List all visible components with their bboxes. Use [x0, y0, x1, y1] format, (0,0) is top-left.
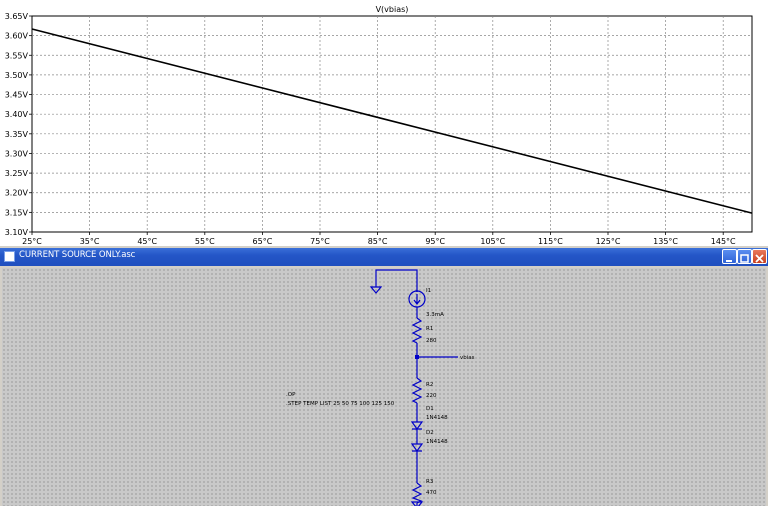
resistor-r1-symbol[interactable]: [411, 317, 423, 344]
x-tick-label: 45°C: [137, 237, 157, 246]
y-tick-label: 3.65V: [5, 12, 29, 21]
r1-value[interactable]: 280: [426, 338, 437, 344]
x-tick-label: 25°C: [22, 237, 42, 246]
y-tick-label: 3.55V: [5, 51, 29, 60]
junction-dot: [415, 355, 419, 359]
x-tick-label: 135°C: [653, 237, 678, 246]
y-tick-label: 3.10V: [5, 228, 29, 237]
y-tick-label: 3.30V: [5, 149, 29, 158]
schematic-window[interactable]: CURRENT SOURCE ONLY.asc I1 3.3mA R1 280 …: [0, 248, 768, 506]
current-source-name[interactable]: I1: [426, 288, 431, 294]
d2-name[interactable]: D2: [426, 430, 434, 436]
schematic-drawing[interactable]: I1 3.3mA R1 280 vbias R2 220 D1 1N4148 D…: [2, 268, 766, 506]
resistor-r3-symbol[interactable]: [411, 482, 423, 504]
y-tick-label: 3.45V: [5, 91, 29, 100]
d2-value[interactable]: 1N4148: [426, 439, 448, 445]
x-tick-label: 95°C: [425, 237, 445, 246]
y-tick-label: 3.35V: [5, 130, 29, 139]
x-tick-label: 75°C: [310, 237, 330, 246]
current-source-arrow-icon: [413, 294, 421, 305]
x-tick-label: 115°C: [538, 237, 563, 246]
diode-d2-symbol[interactable]: [410, 443, 424, 453]
d1-name[interactable]: D1: [426, 406, 434, 412]
net-label-vbias[interactable]: vbias: [460, 355, 475, 361]
window-title: CURRENT SOURCE ONLY.asc: [19, 250, 136, 260]
close-icon: [755, 254, 764, 263]
x-tick-label: 55°C: [195, 237, 215, 246]
ground-symbol-top[interactable]: [369, 286, 383, 294]
x-tick-label: 105°C: [480, 237, 505, 246]
minimize-button[interactable]: [722, 249, 737, 264]
r3-name[interactable]: R3: [426, 479, 434, 485]
close-button[interactable]: [752, 249, 767, 264]
x-tick-label: 35°C: [80, 237, 100, 246]
y-tick-label: 3.25V: [5, 169, 29, 178]
waveform-plot-pane[interactable]: 25°C 35°C 45°C 55°C 65°C 75°C 85°C 95°C 105°C 115…: [0, 0, 768, 246]
maximize-icon: [740, 254, 749, 263]
r2-value[interactable]: 220: [426, 393, 437, 399]
schematic-canvas[interactable]: I1 3.3mA R1 280 vbias R2 220 D1 1N4148 D…: [2, 268, 766, 506]
spice-directive-step[interactable]: .STEP TEMP LIST 25 50 75 100 125 150: [286, 401, 395, 407]
x-tick-label: 145°C: [711, 237, 736, 246]
current-source-value[interactable]: 3.3mA: [426, 312, 444, 318]
d1-value[interactable]: 1N4148: [426, 415, 448, 421]
window-titlebar[interactable]: CURRENT SOURCE ONLY.asc: [0, 248, 768, 266]
x-tick-label: 65°C: [253, 237, 273, 246]
diode-d1-symbol[interactable]: [410, 421, 424, 431]
resistor-r2-symbol[interactable]: [411, 377, 423, 404]
x-tick-label: 85°C: [368, 237, 388, 246]
maximize-button[interactable]: [737, 249, 752, 264]
plot-area-frame: [31, 15, 753, 233]
minimize-icon: [726, 260, 732, 262]
schematic-file-icon: [4, 251, 15, 262]
r2-name[interactable]: R2: [426, 382, 433, 388]
y-tick-label: 3.20V: [5, 189, 29, 198]
y-tick-label: 3.15V: [5, 208, 29, 217]
ground-wire[interactable]: [375, 269, 418, 292]
y-tick-label: 3.50V: [5, 71, 29, 80]
y-tick-label: 3.40V: [5, 110, 29, 119]
y-tick-label: 3.60V: [5, 32, 29, 41]
spice-directive-op[interactable]: .OP: [286, 392, 296, 398]
waveform-plot[interactable]: 25°C 35°C 45°C 55°C 65°C 75°C 85°C 95°C 105°C 115…: [0, 0, 768, 246]
x-tick-label: 125°C: [596, 237, 621, 246]
r1-name[interactable]: R1: [426, 326, 433, 332]
plot-title: V(vbias): [376, 5, 409, 14]
r3-value[interactable]: 470: [426, 490, 437, 496]
